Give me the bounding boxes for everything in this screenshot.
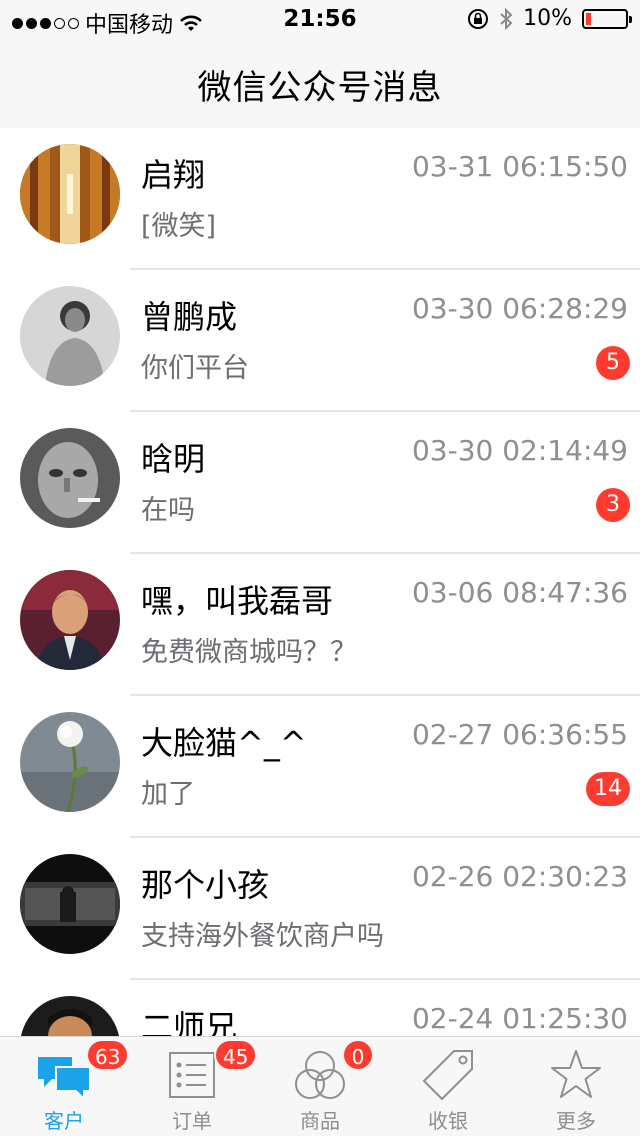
order-list-icon <box>169 1052 215 1098</box>
price-tag-icon <box>422 1050 473 1101</box>
status-bar-right: 10% <box>467 6 632 31</box>
tab-cashier[interactable]: 收银 <box>384 1037 512 1136</box>
message-time: 03-30 02:14:49 <box>411 434 628 467</box>
message-preview: 在吗 <box>141 495 195 526</box>
conversation-row[interactable]: 二师兄 02-24 01:25:30 <box>0 980 640 1036</box>
conversation-row[interactable]: 启翔 03-31 06:15:50 [微笑] <box>0 128 640 270</box>
conversation-row[interactable]: 那个小孩 02-26 02:30:23 支持海外餐饮商户吗 <box>0 838 640 980</box>
tab-products[interactable]: 0 商品 <box>256 1037 384 1136</box>
contact-name: 二师兄 <box>141 1008 238 1036</box>
page-title: 微信公众号消息 <box>197 67 443 108</box>
message-time: 02-26 02:30:23 <box>411 860 628 893</box>
battery-icon <box>582 8 632 29</box>
tab-label: 收银 <box>428 1109 468 1133</box>
star-icon <box>551 1050 601 1098</box>
message-preview: [微笑] <box>141 211 217 242</box>
tab-label: 客户 <box>44 1109 84 1133</box>
unread-badge: 5 <box>596 346 630 380</box>
contact-name: 嘿，叫我磊哥 <box>141 582 334 620</box>
message-preview: 支持海外餐饮商户吗 <box>141 921 384 952</box>
avatar <box>20 286 120 386</box>
avatar <box>20 854 120 954</box>
bluetooth-icon <box>500 7 513 30</box>
avatar <box>20 144 120 244</box>
message-time: 02-24 01:25:30 <box>411 1002 628 1035</box>
message-time: 03-30 06:28:29 <box>411 292 628 325</box>
contact-name: 大脸猫^_^ <box>141 724 307 762</box>
tab-badge: 63 <box>86 1039 130 1071</box>
unread-badge: 3 <box>596 488 630 522</box>
nav-bar: 微信公众号消息 <box>0 40 640 128</box>
message-preview: 你们平台 <box>141 353 249 384</box>
conversation-list[interactable]: 启翔 03-31 06:15:50 [微笑] 曾鹏成 03-30 06:28:2… <box>0 128 640 1036</box>
chat-bubbles-icon <box>38 1057 91 1102</box>
unread-badge: 14 <box>586 772 630 806</box>
tab-bar: 63 客户 45 订单 0 商品 收银 更多 <box>0 1036 640 1136</box>
contact-name: 那个小孩 <box>141 866 270 904</box>
conversation-row[interactable]: 嘿，叫我磊哥 03-06 08:47:36 免费微商城吗？？ <box>0 554 640 696</box>
tab-more[interactable]: 更多 <box>512 1037 640 1136</box>
tab-label: 订单 <box>172 1109 212 1133</box>
conversation-row[interactable]: 曾鹏成 03-30 06:28:29 你们平台 5 <box>0 270 640 412</box>
message-time: 03-06 08:47:36 <box>411 576 628 609</box>
tab-customers[interactable]: 63 客户 <box>0 1037 130 1136</box>
conversation-row[interactable]: 大脸猫^_^ 02-27 06:36:55 加了 14 <box>0 696 640 838</box>
tab-badge: 0 <box>342 1039 374 1071</box>
tab-orders[interactable]: 45 订单 <box>128 1037 258 1136</box>
message-time: 02-27 06:36:55 <box>411 718 628 751</box>
status-bar: 中国移动 21:56 10% <box>0 0 640 40</box>
message-time: 03-31 06:15:50 <box>411 150 628 183</box>
contact-name: 曾鹏成 <box>141 298 238 336</box>
avatar <box>20 570 120 670</box>
message-preview: 免费微商城吗？？ <box>141 637 357 668</box>
tab-badge: 45 <box>214 1039 258 1071</box>
avatar <box>20 428 120 528</box>
message-preview: 加了 <box>141 779 195 810</box>
tab-label: 商品 <box>300 1109 340 1133</box>
avatar <box>20 996 120 1036</box>
conversation-row[interactable]: 晗明 03-30 02:14:49 在吗 3 <box>0 412 640 554</box>
rotation-lock-icon <box>468 8 489 29</box>
contact-name: 晗明 <box>141 440 206 478</box>
product-circles-icon <box>295 1051 345 1099</box>
avatar <box>20 712 120 812</box>
tab-label: 更多 <box>556 1109 596 1133</box>
contact-name: 启翔 <box>141 156 206 194</box>
battery-percent: 10% <box>523 6 572 31</box>
